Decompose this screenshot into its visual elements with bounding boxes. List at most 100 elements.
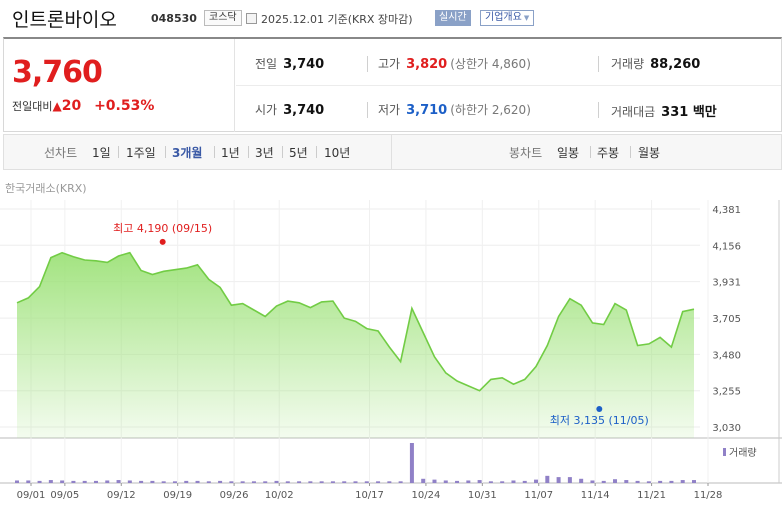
volume-bar <box>466 480 471 483</box>
volume-bar <box>297 481 302 483</box>
volume-bar <box>353 481 358 483</box>
change-value: 20 <box>61 98 82 114</box>
open-label: 시가 <box>255 103 278 117</box>
tab-separator <box>282 146 283 158</box>
volume-value: 88,260 <box>650 57 701 72</box>
data-source-label: 한국거래소(KRX) <box>5 182 87 195</box>
x-tick-label: 10/17 <box>355 490 384 501</box>
volume-bar <box>398 481 403 483</box>
x-tick-label: 11/28 <box>694 490 723 501</box>
up-triangle-icon: ▲ <box>52 99 62 113</box>
volume-bar <box>285 481 290 483</box>
realtime-button[interactable]: 실시간 <box>435 10 471 26</box>
volume-bar <box>251 481 256 483</box>
volume-bar <box>409 443 414 483</box>
tab-separator <box>316 146 317 158</box>
market-badge: 코스닥 <box>204 10 242 26</box>
chevron-down-icon: ▼ <box>523 14 530 22</box>
stock-code: 048530 <box>151 12 197 25</box>
volume-label: 거래량 <box>611 57 645 71</box>
x-tick-label: 11/21 <box>637 490 666 501</box>
divider <box>598 102 599 118</box>
low-marker <box>596 406 603 413</box>
volume-bar <box>184 480 189 483</box>
quote-panel: 3,760 전일대비▲20 +0.53% 전일 3,740 고가 3,820 (상한가… <box>3 37 782 132</box>
chart-tab-bar: 선차트 1일 1주일 3개월 1년 3년 5년 10년 봉차트 일봉 주봉 월봉 <box>3 134 782 170</box>
volume-bar <box>692 480 696 483</box>
x-tick-label: 10/24 <box>412 490 441 501</box>
low-label: 저가 <box>378 103 401 117</box>
volume-bar <box>105 480 110 483</box>
volume-bar <box>477 480 482 483</box>
tab-separator <box>165 146 166 158</box>
amount-label: 거래대금 <box>611 105 656 119</box>
tab-candle-monthly[interactable]: 월봉 <box>638 144 660 161</box>
x-tick-label: 11/07 <box>524 490 553 501</box>
volume-bar <box>658 480 663 483</box>
tab-period-10y[interactable]: 10년 <box>324 144 350 161</box>
volume-bar <box>387 481 392 483</box>
company-info-dropdown[interactable]: 기업개요 ▼ <box>480 10 535 26</box>
volume-bar <box>601 480 606 483</box>
prev-close-value: 3,740 <box>283 57 325 72</box>
stock-name: 인트론바이오 <box>12 9 117 31</box>
y-tick-label: 3,705 <box>712 314 741 325</box>
open-cell: 시가 3,740 <box>255 101 324 118</box>
change-percent: +0.53% <box>94 98 155 114</box>
tab-period-1d[interactable]: 1일 <box>92 144 111 161</box>
volume-bar <box>613 479 618 483</box>
volume-bar <box>579 478 584 483</box>
x-tick-label: 11/14 <box>581 490 610 501</box>
tab-separator <box>118 146 119 158</box>
volume-bar <box>421 478 426 483</box>
x-tick-label: 09/12 <box>107 490 136 501</box>
x-tick-label: 09/01 <box>17 490 46 501</box>
volume-bar <box>522 480 527 483</box>
volume-bar <box>534 479 539 483</box>
volume-bar <box>240 481 245 483</box>
divider <box>367 56 368 72</box>
tab-period-3m[interactable]: 3개월 <box>172 144 202 161</box>
low-value: 3,710 <box>406 103 448 118</box>
volume-bar <box>308 481 313 483</box>
open-value: 3,740 <box>283 103 325 118</box>
low-annotation: 최저 3,135 (11/05) <box>550 414 649 427</box>
tab-candle-daily[interactable]: 일봉 <box>557 144 579 161</box>
volume-bar <box>71 480 76 483</box>
volume-bar <box>545 475 550 483</box>
x-tick-label: 09/05 <box>50 490 79 501</box>
y-tick-label: 3,931 <box>712 278 741 289</box>
volume-bar <box>342 481 347 483</box>
tab-candle-weekly[interactable]: 주봉 <box>597 144 619 161</box>
tab-period-3y[interactable]: 3년 <box>255 144 274 161</box>
tab-period-5y[interactable]: 5년 <box>289 144 308 161</box>
volume-bar <box>206 481 211 483</box>
volume-bar <box>511 480 516 483</box>
y-tick-label: 4,156 <box>712 241 741 252</box>
y-tick-label: 3,030 <box>712 423 741 434</box>
x-tick-label: 10/31 <box>468 490 497 501</box>
volume-bar <box>680 480 685 483</box>
volume-bar <box>116 480 121 483</box>
volume-bar <box>488 481 493 483</box>
price-chart: 4,381 4,156 3,931 3,705 3,480 3,255 3,030 09/01… <box>0 200 782 501</box>
volume-bar <box>37 480 42 483</box>
volume-bar <box>139 480 144 483</box>
volume-bar <box>646 481 651 483</box>
x-tick-label: 09/19 <box>163 490 192 501</box>
volume-cell: 거래량 88,260 <box>611 55 700 72</box>
volume-bar <box>26 480 31 483</box>
high-value: 3,820 <box>406 57 448 72</box>
divider <box>598 56 599 72</box>
stock-header: 인트론바이오 048530 코스닥 2025.12.01 기준(KRX 장마감)… <box>0 0 782 36</box>
current-price: 3,760 <box>12 55 103 90</box>
volume-bar <box>556 477 561 483</box>
y-tick-label: 3,255 <box>712 387 741 398</box>
prev-close-label: 전일 <box>255 57 278 71</box>
volume-bar <box>319 481 324 483</box>
tab-period-1y[interactable]: 1년 <box>221 144 240 161</box>
volume-bar <box>82 480 87 483</box>
line-chart-label: 선차트 <box>44 146 78 160</box>
tab-period-1w[interactable]: 1주일 <box>126 144 156 161</box>
price-change: 전일대비▲20 +0.53% <box>12 98 154 114</box>
